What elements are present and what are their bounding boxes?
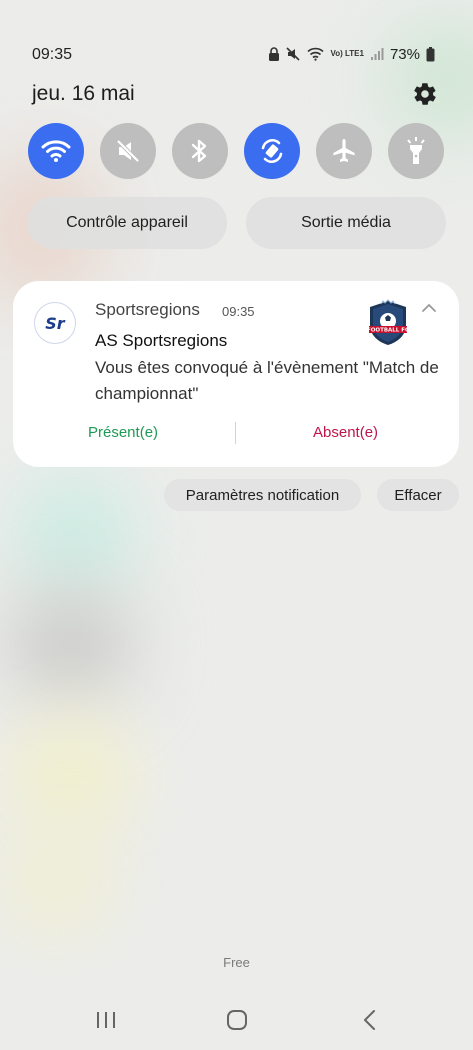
battery-percent: 73% [389,45,420,63]
back-icon[interactable] [350,1005,390,1035]
wifi-status-icon [307,44,325,64]
sound-toggle[interactable] [100,123,156,179]
app-icon-text: Sr [45,313,65,333]
mute-status-icon [286,44,301,64]
bluetooth-toggle[interactable] [172,123,228,179]
present-action-button[interactable]: Présent(e) [88,424,158,441]
battery-icon [426,44,435,64]
absent-action-button[interactable]: Absent(e) [313,424,378,441]
flashlight-toggle[interactable] [388,123,444,179]
clear-notifications-button[interactable]: Effacer [377,479,459,511]
auto-rotate-toggle[interactable] [244,123,300,179]
network-type-label: Vo) LTE1 [330,49,364,58]
home-icon[interactable] [217,1005,257,1035]
lock-icon [268,44,280,64]
notification-app-name: Sportsregions [95,300,200,319]
settings-gear-icon[interactable] [411,80,439,108]
notification-time: 09:35 [222,304,255,319]
navigation-bar [0,995,473,1045]
chevron-up-icon[interactable] [420,301,440,315]
bluetooth-icon [191,139,207,163]
football-fc-badge-icon: FOOTBALL FC [366,299,410,347]
notification-body: Vous êtes convoqué à l'évènement "Match … [95,358,439,403]
carrier-label: Free [223,955,250,970]
wifi-icon [41,140,71,162]
notification-title: AS Sportsregions [95,331,228,350]
status-time: 09:35 [32,46,73,63]
signal-icon [370,44,384,64]
wifi-toggle[interactable] [28,123,84,179]
airplane-toggle[interactable] [316,123,372,179]
badge-text: FOOTBALL FC [367,328,409,334]
quick-settings-row [28,123,446,179]
panel-date: jeu. 16 mai [32,82,135,105]
sportsregions-logo-icon: Sr [34,302,76,344]
notification-settings-button[interactable]: Paramètres notification [164,479,361,511]
airplane-icon [333,139,355,162]
mute-icon [116,139,140,163]
flashlight-icon [407,137,425,164]
recent-apps-icon[interactable] [86,1005,126,1035]
rotate-icon [261,138,283,164]
action-divider [235,422,236,444]
status-icons: Vo) LTE1 73% [268,44,435,64]
media-output-button[interactable]: Sortie média [246,197,446,249]
notification-card[interactable]: Sr Sportsregions 09:35 FOOTBALL FC AS Sp… [13,281,459,467]
device-control-button[interactable]: Contrôle appareil [27,197,227,249]
